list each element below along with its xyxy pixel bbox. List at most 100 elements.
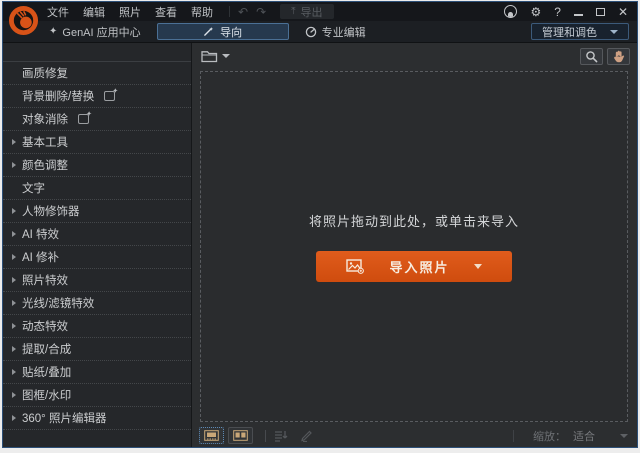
sidebar-item[interactable]: 画质修复 bbox=[3, 62, 191, 85]
single-view-icon bbox=[204, 430, 219, 441]
sidebar-item[interactable]: 360° 照片编辑器 bbox=[3, 407, 191, 430]
chevron-down-icon bbox=[222, 54, 230, 58]
sidebar-item[interactable]: AI 修补 bbox=[3, 246, 191, 269]
chevron-down-icon bbox=[610, 29, 618, 34]
tab-guided[interactable]: 导向 bbox=[156, 23, 289, 40]
expand-arrow-icon bbox=[12, 162, 16, 168]
sidebar-item-label: 对象消除 bbox=[22, 114, 68, 126]
window-controls: ⚙ ? ✕ bbox=[504, 5, 637, 18]
import-photos-label: 导入照片 bbox=[389, 260, 450, 275]
workspace: 将照片拖动到此处，或单击来导入 导入照片 bbox=[192, 67, 637, 426]
photo-toolbar bbox=[192, 43, 637, 67]
wand-icon bbox=[204, 27, 214, 36]
titlebar: 文件 编辑 照片 查看 帮助 ↶ ↷ ⤒ 导出 ⚙ ? ✕ bbox=[3, 2, 637, 36]
help-icon[interactable]: ? bbox=[554, 6, 561, 18]
magnifier-icon bbox=[586, 50, 598, 62]
dropzone-hint-text: 将照片拖动到此处，或单击来导入 bbox=[308, 214, 519, 229]
ai-badge-icon: ✦ bbox=[78, 111, 92, 124]
undo-icon[interactable]: ↶ bbox=[238, 6, 248, 18]
sidebar-item[interactable]: 光线/滤镜特效 bbox=[3, 292, 191, 315]
expand-arrow-icon bbox=[12, 277, 16, 283]
tools-sidebar: 画质修复 背景删除/替换 ✦ 对象消除 ✦ 基本工具 颜色调整 文字 人物修饰器… bbox=[3, 43, 192, 447]
toolbar-divider bbox=[229, 6, 230, 17]
expand-arrow-icon bbox=[12, 139, 16, 145]
sidebar-item-label: 光线/滤镜特效 bbox=[22, 298, 95, 310]
maximize-icon[interactable] bbox=[595, 7, 605, 16]
tab-guided-label: 导向 bbox=[220, 26, 243, 39]
sidebar-item[interactable]: AI 特效 bbox=[3, 223, 191, 246]
sidebar-item-label: 照片特效 bbox=[22, 275, 68, 287]
sidebar-header bbox=[3, 43, 191, 62]
sidebar-item-label: 画质修复 bbox=[22, 68, 68, 80]
sidebar-item[interactable]: 图框/水印 bbox=[3, 384, 191, 407]
sidebar-item-label: 人物修饰器 bbox=[22, 206, 80, 218]
manage-color-dropdown[interactable]: 管理和调色 bbox=[531, 23, 629, 40]
menu-item[interactable]: 编辑 bbox=[83, 4, 105, 20]
main-panel: 将照片拖动到此处，或单击来导入 导入照片 缩放： 适合 bbox=[192, 43, 637, 447]
zoom-tool-button[interactable] bbox=[580, 47, 603, 65]
sidebar-item[interactable]: 贴纸/叠加 bbox=[3, 361, 191, 384]
zoom-dropdown-caret-icon[interactable] bbox=[620, 433, 628, 438]
sidebar-item-label: 提取/合成 bbox=[22, 344, 72, 356]
expand-arrow-icon bbox=[12, 369, 16, 375]
menu-item[interactable]: 照片 bbox=[119, 4, 141, 20]
app-window: 文件 编辑 照片 查看 帮助 ↶ ↷ ⤒ 导出 ⚙ ? ✕ ✦ GenAI 应用中心 bbox=[2, 1, 638, 448]
sidebar-item-label: 360° 照片编辑器 bbox=[22, 413, 107, 425]
sidebar-item[interactable]: 背景删除/替换 ✦ bbox=[3, 85, 191, 108]
sidebar-item-label: 背景删除/替换 bbox=[22, 91, 95, 103]
sidebar-list: 画质修复 背景删除/替换 ✦ 对象消除 ✦ 基本工具 颜色调整 文字 人物修饰器… bbox=[3, 62, 191, 447]
sidebar-item-label: 颜色调整 bbox=[22, 160, 68, 172]
export-button[interactable]: ⤒ 导出 bbox=[280, 4, 334, 19]
sidebar-item[interactable]: 动态特效 bbox=[3, 315, 191, 338]
sidebar-item[interactable]: 基本工具 bbox=[3, 131, 191, 154]
import-photos-button[interactable]: 导入照片 bbox=[316, 251, 512, 282]
sidebar-item[interactable]: 颜色调整 bbox=[3, 154, 191, 177]
minimize-icon[interactable] bbox=[573, 13, 583, 16]
zoom-value: 适合 bbox=[573, 430, 595, 443]
single-view-button[interactable] bbox=[199, 427, 224, 444]
sidebar-item-label: 动态特效 bbox=[22, 321, 68, 333]
genai-hub-label: GenAI 应用中心 bbox=[62, 26, 141, 39]
sidebar-item[interactable]: 提取/合成 bbox=[3, 338, 191, 361]
import-folder-dropdown[interactable] bbox=[201, 50, 230, 63]
hand-tool-button[interactable] bbox=[607, 47, 630, 65]
expand-arrow-icon bbox=[12, 231, 16, 237]
sidebar-item-label: 文字 bbox=[22, 183, 45, 195]
dual-view-button[interactable] bbox=[228, 427, 253, 444]
expand-arrow-icon bbox=[12, 346, 16, 352]
tab-pro-edit[interactable]: 专业编辑 bbox=[305, 24, 366, 40]
sidebar-item-label: AI 特效 bbox=[22, 229, 60, 241]
status-bar: 缩放： 适合 bbox=[192, 426, 637, 447]
sort-stack-icon[interactable] bbox=[274, 430, 289, 442]
sidebar-item-label: 图框/水印 bbox=[22, 390, 72, 402]
account-icon[interactable] bbox=[504, 5, 518, 18]
expand-arrow-icon bbox=[12, 323, 16, 329]
sidebar-item[interactable]: 文字 bbox=[3, 177, 191, 200]
menubar: 文件 编辑 照片 查看 帮助 bbox=[47, 4, 227, 20]
manage-color-label: 管理和调色 bbox=[542, 26, 597, 39]
menu-item[interactable]: 查看 bbox=[155, 4, 177, 20]
expand-arrow-icon bbox=[12, 392, 16, 398]
settings-gear-icon[interactable]: ⚙ bbox=[530, 6, 541, 18]
expand-arrow-icon bbox=[12, 300, 16, 306]
export-icon: ⤒ bbox=[291, 5, 296, 17]
sidebar-item[interactable]: 人物修饰器 bbox=[3, 200, 191, 223]
menu-item[interactable]: 文件 bbox=[47, 4, 69, 20]
sidebar-item[interactable]: 照片特效 bbox=[3, 269, 191, 292]
folder-icon bbox=[201, 50, 218, 62]
desktop-frame: 文件 编辑 照片 查看 帮助 ↶ ↷ ⤒ 导出 ⚙ ? ✕ ✦ GenAI 应用中心 bbox=[0, 0, 640, 453]
ai-badge-icon: ✦ bbox=[104, 88, 118, 101]
sidebar-item-label: 贴纸/叠加 bbox=[22, 367, 72, 379]
expand-arrow-icon bbox=[12, 208, 16, 214]
sidebar-item-label: AI 修补 bbox=[22, 252, 60, 264]
dial-icon bbox=[305, 26, 316, 37]
genai-hub-button[interactable]: ✦ GenAI 应用中心 bbox=[49, 24, 141, 40]
menu-item[interactable]: 帮助 bbox=[191, 4, 213, 20]
close-icon[interactable]: ✕ bbox=[618, 6, 628, 18]
sidebar-item[interactable]: 对象消除 ✦ bbox=[3, 108, 191, 131]
redo-icon[interactable]: ↷ bbox=[256, 6, 266, 18]
edit-pencil-icon[interactable] bbox=[300, 430, 313, 442]
content-area: 画质修复 背景删除/替换 ✦ 对象消除 ✦ 基本工具 颜色调整 文字 人物修饰器… bbox=[3, 43, 637, 447]
app-logo-icon bbox=[8, 5, 39, 36]
photo-dropzone[interactable]: 将照片拖动到此处，或单击来导入 导入照片 bbox=[200, 71, 628, 422]
